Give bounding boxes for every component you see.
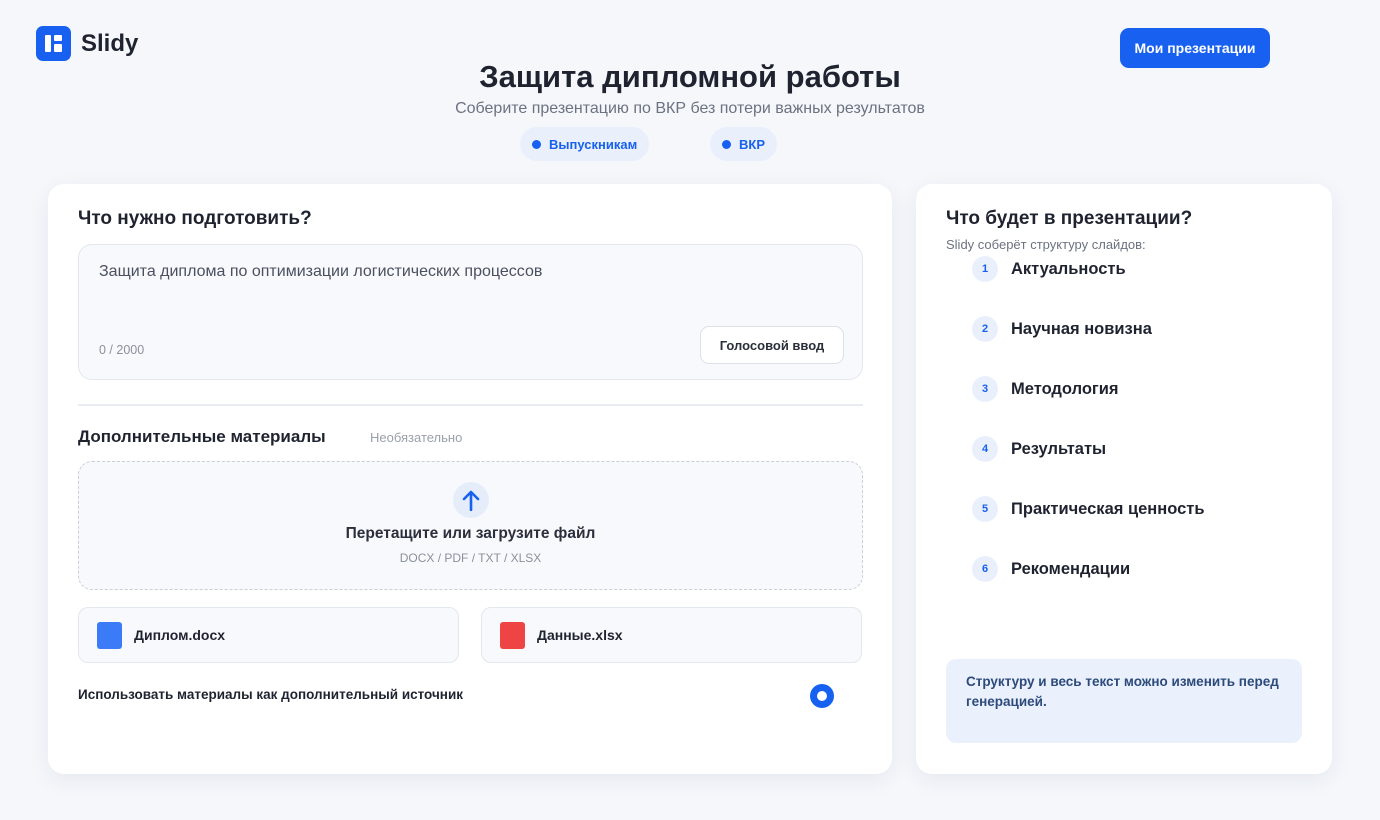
slide-item: 1 Актуальность <box>972 256 1126 282</box>
char-counter: 0 / 2000 <box>99 343 145 357</box>
input-card: Что нужно подготовить? Защита диплома по… <box>48 184 892 774</box>
materials-optional-label: Необязательно <box>370 430 463 445</box>
dropzone-title: Перетащите или загрузите файл <box>345 525 596 542</box>
slide-number: 4 <box>972 436 998 462</box>
logo-icon <box>36 26 71 61</box>
tag-vkr[interactable]: ВКР <box>710 127 777 161</box>
upload-arrow-icon <box>453 482 489 518</box>
dot-icon <box>532 139 541 149</box>
slide-item: 5 Практическая ценность <box>972 496 1204 522</box>
slide-label: Практическая ценность <box>1011 499 1205 518</box>
prompt-input[interactable]: Защита диплома по оптимизации логистичес… <box>78 244 863 380</box>
dot-icon <box>722 139 731 149</box>
xlsx-file-icon <box>500 621 525 649</box>
file-name: Данные.xlsx <box>537 627 623 643</box>
tag-graduates[interactable]: Выпускникам <box>520 127 650 161</box>
prompt-text: Защита диплома по оптимизации логистичес… <box>99 263 543 280</box>
file-dropzone[interactable]: Перетащите или загрузите файл DOCX / PDF… <box>78 461 863 590</box>
file-name: Диплом.docx <box>134 627 226 643</box>
slide-label: Результаты <box>1011 439 1107 458</box>
page-subtitle: Соберите презентацию по ВКР без потери в… <box>455 100 925 117</box>
use-materials-toggle[interactable] <box>810 684 834 708</box>
prepare-title: Что нужно подготовить? <box>78 208 312 229</box>
slide-label: Методология <box>1011 379 1119 398</box>
slide-number: 2 <box>972 316 998 342</box>
slide-item: 3 Методология <box>972 376 1119 402</box>
slide-number: 3 <box>972 376 998 402</box>
use-materials-label: Использовать материалы как дополнительны… <box>78 687 464 702</box>
slide-item: 4 Результаты <box>972 436 1106 462</box>
dropzone-formats: DOCX / PDF / TXT / XLSX <box>399 551 542 565</box>
divider <box>78 404 863 406</box>
file-chip-diplom[interactable]: Диплом.docx <box>78 607 459 663</box>
slide-number: 5 <box>972 496 998 522</box>
hero: Защита дипломной работы Соберите презент… <box>0 58 1380 118</box>
voice-input-button[interactable]: Голосовой ввод <box>700 326 844 364</box>
tag-label: Выпускникам <box>549 136 638 152</box>
tag-list: Выпускникам ВКР <box>0 127 1380 161</box>
preview-subtitle: Slidy соберёт структуру слайдов: <box>946 237 1146 252</box>
slide-number: 1 <box>972 256 998 282</box>
docx-file-icon <box>97 621 122 649</box>
slide-item: 2 Научная новизна <box>972 316 1152 342</box>
preview-card: Что будет в презентации? Slidy соберёт с… <box>916 184 1332 774</box>
edit-note: Структуру и весь текст можно изменить пе… <box>946 659 1302 743</box>
slide-label: Рекомендации <box>1011 559 1131 578</box>
slide-label: Актуальность <box>1011 259 1126 278</box>
slide-item: 6 Рекомендации <box>972 556 1130 582</box>
slide-label: Научная новизна <box>1011 319 1152 338</box>
app-logo[interactable]: Slidy <box>36 26 138 61</box>
slide-number: 6 <box>972 556 998 582</box>
page-title: Защита дипломной работы <box>479 59 901 94</box>
preview-title: Что будет в презентации? <box>946 208 1193 229</box>
tag-label: ВКР <box>739 136 765 152</box>
file-chip-data[interactable]: Данные.xlsx <box>481 607 862 663</box>
materials-title: Дополнительные материалы <box>78 427 326 446</box>
app-name: Slidy <box>81 29 139 57</box>
